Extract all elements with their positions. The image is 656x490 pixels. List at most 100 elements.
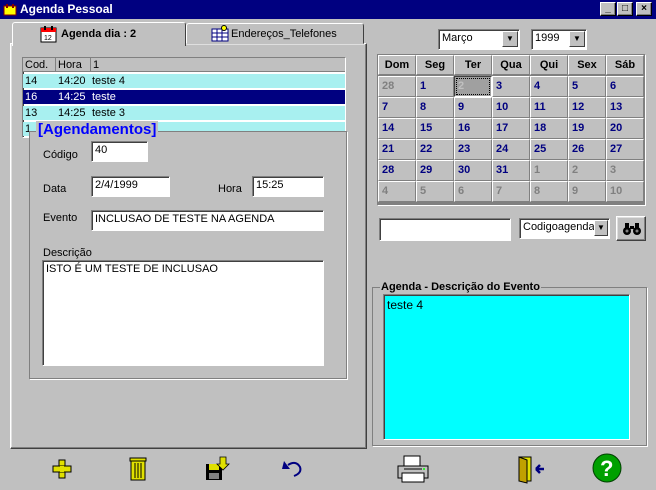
chevron-down-icon[interactable]: ▼ — [569, 31, 585, 47]
close-button[interactable]: × — [636, 2, 652, 16]
calendar-day[interactable]: 15 — [416, 118, 454, 139]
evento-label: Evento — [43, 212, 78, 224]
hora-field[interactable]: 15:25 — [252, 176, 324, 197]
col-1-header: 1 — [93, 59, 100, 71]
calendar-day[interactable]: 20 — [606, 118, 644, 139]
calendar-day[interactable]: 26 — [568, 139, 606, 160]
exit-icon[interactable] — [514, 454, 546, 484]
weekday-header: Dom — [378, 55, 416, 75]
tab-enderecos[interactable]: Endereços_Telefones — [186, 23, 364, 44]
binoculars-icon — [623, 223, 641, 235]
calendar-day[interactable]: 19 — [568, 118, 606, 139]
add-icon[interactable] — [46, 454, 78, 484]
calendar-day[interactable]: 4 — [378, 181, 416, 202]
undo-icon[interactable] — [278, 454, 310, 484]
calendar-day[interactable]: 12 — [568, 97, 606, 118]
minimize-button[interactable]: _ — [600, 2, 616, 16]
print-icon[interactable] — [394, 454, 432, 484]
calendar-day[interactable]: 9 — [568, 181, 606, 202]
calendar-day[interactable]: 30 — [454, 160, 492, 181]
chevron-down-icon[interactable]: ▼ — [594, 220, 608, 236]
calendar-day[interactable]: 8 — [530, 181, 568, 202]
calendar-day[interactable]: 7 — [378, 97, 416, 118]
row-text: teste — [92, 91, 116, 103]
descricao-field[interactable]: ISTO É UM TESTE DE INCLUSAO — [42, 260, 324, 366]
chevron-down-icon[interactable]: ▼ — [502, 31, 518, 47]
month-value: Março — [442, 32, 473, 44]
year-select[interactable]: 1999 ▼ — [531, 29, 587, 50]
calendar-day[interactable]: 1 — [416, 76, 454, 97]
row-cod: 14 — [25, 75, 38, 87]
search-field-select[interactable]: Codigoagenda ▼ — [519, 218, 610, 239]
table-row-selected[interactable]: 16 14:25 teste — [23, 90, 345, 104]
calendar-day[interactable]: 10 — [492, 97, 530, 118]
calendar-day[interactable]: 18 — [530, 118, 568, 139]
calendar-icon: 12 — [40, 26, 57, 43]
calendar-day[interactable]: 14 — [378, 118, 416, 139]
svg-text:?: ? — [600, 456, 613, 481]
descricao-label: Descrição — [43, 247, 92, 259]
event-description: teste 4 — [383, 294, 630, 440]
data-label: Data — [43, 183, 67, 195]
weekday-header: Qua — [492, 55, 530, 75]
calendar-day[interactable]: 4 — [530, 76, 568, 97]
tab-enderecos-label: Endereços_Telefones — [231, 28, 337, 40]
calendar-day[interactable]: 24 — [492, 139, 530, 160]
calendar-day[interactable]: 9 — [454, 97, 492, 118]
calendar-day[interactable]: 25 — [530, 139, 568, 160]
calendar-day[interactable]: 5 — [568, 76, 606, 97]
weekday-header: Seg — [416, 55, 454, 75]
calendar-day[interactable]: 5 — [416, 181, 454, 202]
row-cod: 16 — [25, 91, 38, 103]
search-input[interactable] — [379, 218, 511, 241]
weekday-header: Ter — [454, 55, 492, 75]
list-header: Cod. Hora 1 — [23, 58, 345, 72]
app-icon — [3, 4, 17, 16]
calendar-grid: Dom Seg Ter Qua Qui Sex Sáb 28 1 2 3 4 5 6 7 8 9 10 11 12 13… — [377, 54, 646, 206]
calendar-day[interactable]: 11 — [530, 97, 568, 118]
search-field-value: Codigoagenda — [523, 221, 595, 233]
evento-field[interactable]: INCLUSAO DE TESTE NA AGENDA — [91, 210, 324, 231]
calendar-day[interactable]: 29 — [416, 160, 454, 181]
calendar-day[interactable]: 28 — [378, 160, 416, 181]
calendar-day[interactable]: 3 — [606, 160, 644, 181]
calendar-day[interactable]: 6 — [454, 181, 492, 202]
table-row[interactable]: 13 14:25 teste 3 — [23, 106, 345, 120]
codigo-field[interactable]: 40 — [91, 141, 148, 162]
month-select[interactable]: Março ▼ — [438, 29, 520, 50]
row-text: teste 3 — [92, 107, 126, 119]
table-row[interactable]: 14 14:20 teste 4 — [23, 74, 345, 88]
calendar-day[interactable]: 2 — [568, 160, 606, 181]
calendar-day[interactable]: 6 — [606, 76, 644, 97]
calendar-day[interactable]: 31 — [492, 160, 530, 181]
calendar-day[interactable]: 28 — [378, 76, 416, 97]
tab-agenda-dia[interactable]: 12 Agenda dia : 2 — [12, 22, 186, 46]
col-hora-header: Hora — [58, 59, 82, 71]
tab-agenda-label: Agenda dia : 2 — [61, 28, 137, 40]
help-icon[interactable]: ? — [590, 452, 624, 484]
trash-icon[interactable] — [122, 454, 154, 484]
calendar-day-selected[interactable]: 2 — [454, 76, 492, 97]
row-hora: 14:20 — [58, 75, 86, 87]
calendar-day[interactable]: 21 — [378, 139, 416, 160]
save-icon[interactable] — [200, 454, 232, 484]
maximize-button[interactable]: □ — [617, 2, 633, 16]
calendar-day[interactable]: 7 — [492, 181, 530, 202]
calendar-day[interactable]: 1 — [530, 160, 568, 181]
event-panel-title: Agenda - Descrição do Evento — [380, 281, 541, 293]
codigo-label: Código — [43, 149, 78, 161]
weekday-header: Sex — [568, 55, 606, 75]
row-cod: 13 — [25, 107, 38, 119]
calendar-day[interactable]: 3 — [492, 76, 530, 97]
calendar-day[interactable]: 23 — [454, 139, 492, 160]
calendar-day[interactable]: 13 — [606, 97, 644, 118]
calendar-day[interactable]: 27 — [606, 139, 644, 160]
calendar-day[interactable]: 16 — [454, 118, 492, 139]
col-cod-header: Cod. — [25, 59, 49, 71]
calendar-day[interactable]: 22 — [416, 139, 454, 160]
calendar-day[interactable]: 8 — [416, 97, 454, 118]
search-button[interactable] — [616, 216, 646, 241]
calendar-day[interactable]: 17 — [492, 118, 530, 139]
calendar-day[interactable]: 10 — [606, 181, 644, 202]
data-field[interactable]: 2/4/1999 — [91, 176, 170, 197]
